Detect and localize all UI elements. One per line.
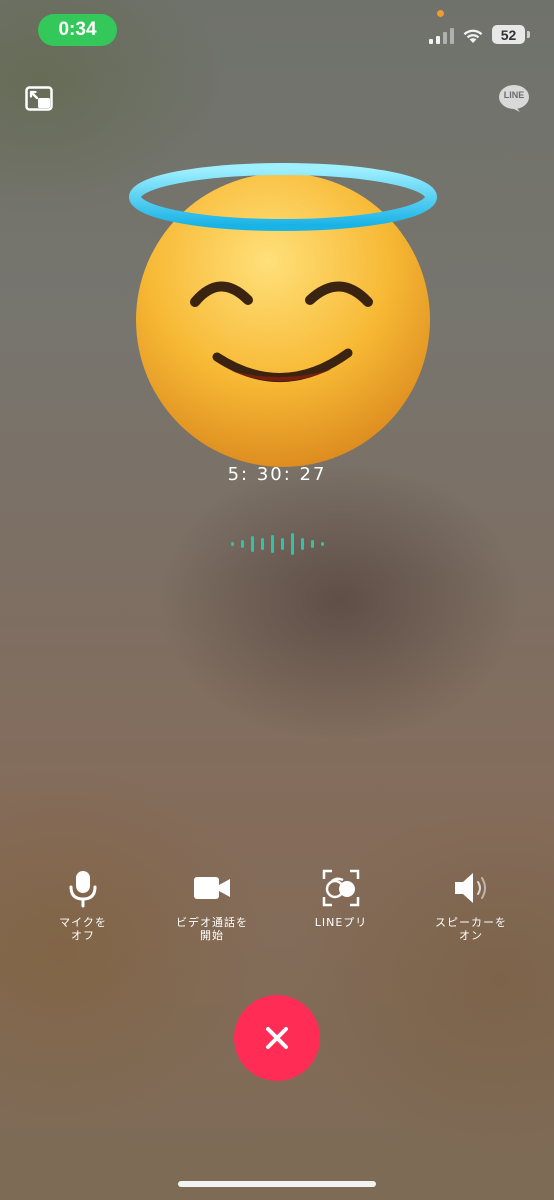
- home-indicator[interactable]: [178, 1181, 376, 1187]
- speaker-on-label: スピーカーを オン: [435, 916, 507, 942]
- microphone-icon: [69, 871, 97, 908]
- line-puri-label: LINEプリ: [314, 916, 368, 929]
- start-video-call-label: ビデオ通話を 開始: [176, 916, 248, 942]
- speaker-on-button[interactable]: スピーカーを オン: [416, 868, 526, 942]
- status-bar: 0:34 52: [0, 0, 554, 60]
- smiling-face-with-halo-icon: [129, 163, 437, 467]
- battery-indicator: 52: [492, 25, 525, 44]
- status-time[interactable]: 0:34: [38, 14, 117, 46]
- cellular-signal-icon: [429, 28, 455, 44]
- voice-activity-indicator: [228, 530, 328, 558]
- battery-tip: [527, 31, 530, 38]
- close-icon: [266, 1027, 288, 1049]
- start-video-call-button[interactable]: ビデオ通話を 開始: [157, 868, 267, 942]
- privacy-indicator-dot: [437, 10, 444, 17]
- call-duration: 5: 30: 27: [227, 464, 327, 485]
- end-call-button[interactable]: [234, 995, 320, 1081]
- line-logo-text: LINE: [503, 90, 525, 100]
- mute-microphone-label: マイクを オフ: [59, 916, 107, 942]
- line-puri-button[interactable]: LINEプリ: [286, 868, 396, 929]
- speaker-icon: [455, 873, 486, 903]
- video-camera-icon: [194, 877, 230, 899]
- minimize-call-button[interactable]: [25, 86, 53, 112]
- call-controls: マイクを オフ ビデオ通話を 開始 LINEプリ スピーカーを オン: [0, 868, 554, 958]
- wifi-icon: [463, 29, 483, 43]
- mute-microphone-button[interactable]: マイクを オフ: [28, 868, 138, 942]
- line-puri-face-icon: [322, 869, 360, 907]
